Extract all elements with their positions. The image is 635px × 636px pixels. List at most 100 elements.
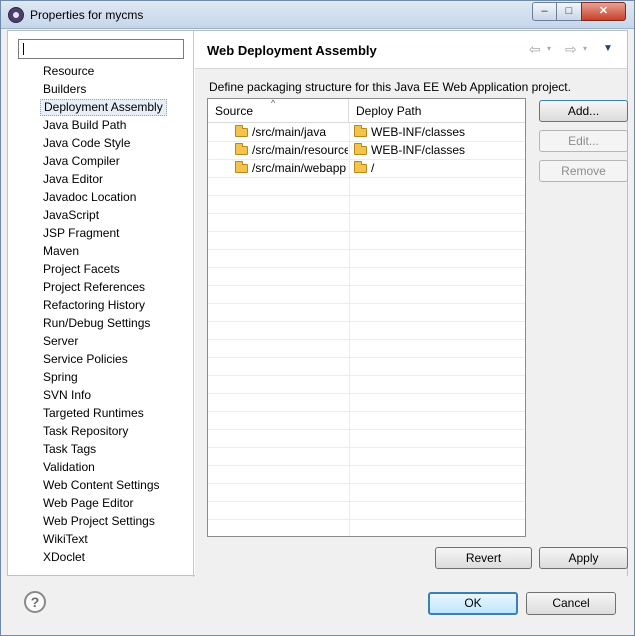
row-gridline <box>208 249 525 250</box>
deploy-path: WEB-INF/classes <box>371 125 466 139</box>
page-title: Web Deployment Assembly <box>207 43 377 58</box>
deploy-path-cell[interactable]: WEB-INF/classes <box>354 123 524 141</box>
tree-item-spring[interactable]: Spring <box>40 369 81 386</box>
source-path: /src/main/resources <box>252 143 348 157</box>
property-page: Web Deployment Assembly ⇦ ▾ ⇨ ▾ ▼ Define… <box>195 31 628 577</box>
ok-button[interactable]: OK <box>428 592 518 615</box>
folder-icon <box>235 143 248 155</box>
column-header-deploy-path[interactable]: Deploy Path <box>349 99 525 123</box>
folder-icon <box>235 125 248 137</box>
tree-item-javadoc-location[interactable]: Javadoc Location <box>40 189 139 206</box>
tree-item-project-references[interactable]: Project References <box>40 279 148 296</box>
tree-item-targeted-runtimes[interactable]: Targeted Runtimes <box>40 405 147 422</box>
maximize-button[interactable]: □ <box>556 2 582 21</box>
row-gridline <box>208 267 525 268</box>
window-title: Properties for mycms <box>30 8 144 22</box>
tree-item-web-content-settings[interactable]: Web Content Settings <box>40 477 163 494</box>
row-gridline <box>208 195 525 196</box>
back-arrow-icon[interactable]: ⇦ <box>529 41 541 57</box>
properties-dialog: Properties for mycms – □ ✕ Resource Build… <box>0 0 635 636</box>
tree-item-wikitext[interactable]: WikiText <box>40 531 91 548</box>
source-cell[interactable]: /src/main/resources <box>235 141 348 159</box>
tree-item-deployment-assembly[interactable]: Deployment Assembly <box>40 99 167 116</box>
tree-item-validation[interactable]: Validation <box>40 459 98 476</box>
row-gridline <box>208 393 525 394</box>
tree-item-resource[interactable]: Resource <box>40 63 97 80</box>
tree-item-run-debug-settings[interactable]: Run/Debug Settings <box>40 315 153 332</box>
column-divider <box>349 123 350 536</box>
edit-button[interactable]: Edit... <box>539 130 628 152</box>
tree-item-javascript[interactable]: JavaScript <box>40 207 102 224</box>
deploy-path: WEB-INF/classes <box>371 143 466 157</box>
tree-item-task-repository[interactable]: Task Repository <box>40 423 131 440</box>
page-description: Define packaging structure for this Java… <box>209 80 571 94</box>
row-gridline <box>208 483 525 484</box>
tree-item-java-editor[interactable]: Java Editor <box>40 171 106 188</box>
folder-icon <box>235 161 248 173</box>
tree-item-web-page-editor[interactable]: Web Page Editor <box>40 495 137 512</box>
dialog-content: Resource Builders Deployment Assembly Java … <box>7 30 628 577</box>
folder-icon <box>354 143 367 155</box>
tree-item-service-policies[interactable]: Service Policies <box>40 351 131 368</box>
minimize-button[interactable]: – <box>532 2 557 21</box>
add-button[interactable]: Add... <box>539 100 628 122</box>
row-gridline <box>208 285 525 286</box>
row-gridline <box>208 429 525 430</box>
row-gridline <box>208 213 525 214</box>
deploy-path-cell[interactable]: / <box>354 159 524 177</box>
source-cell[interactable]: /src/main/webapp <box>235 159 348 177</box>
title-bar[interactable]: Properties for mycms – □ ✕ <box>1 1 634 29</box>
tree-item-java-compiler[interactable]: Java Compiler <box>40 153 123 170</box>
tree-item-server[interactable]: Server <box>40 333 81 350</box>
tree-item-maven[interactable]: Maven <box>40 243 82 260</box>
row-gridline <box>208 339 525 340</box>
sash-divider[interactable] <box>193 31 194 577</box>
filter-input[interactable] <box>18 39 184 59</box>
row-gridline <box>208 519 525 520</box>
tree-item-refactoring-history[interactable]: Refactoring History <box>40 297 148 314</box>
help-icon[interactable]: ? <box>24 591 46 613</box>
tree-item-web-project-settings[interactable]: Web Project Settings <box>40 513 158 530</box>
tree-item-java-build-path[interactable]: Java Build Path <box>40 117 129 134</box>
assembly-table: ^ Source Deploy Path /src/main/java WEB-I… <box>207 98 526 537</box>
folder-icon <box>354 125 367 137</box>
row-gridline <box>208 375 525 376</box>
row-gridline <box>208 357 525 358</box>
source-path: /src/main/java <box>252 125 327 139</box>
page-header: Web Deployment Assembly ⇦ ▾ ⇨ ▾ ▼ <box>195 31 627 69</box>
revert-button[interactable]: Revert <box>435 547 532 569</box>
sort-ascending-icon: ^ <box>271 98 276 108</box>
forward-arrow-icon[interactable]: ⇨ <box>565 41 577 57</box>
cancel-button[interactable]: Cancel <box>526 592 616 615</box>
column-header-source-label: Source <box>215 104 254 118</box>
forward-dropdown-icon[interactable]: ▾ <box>583 41 587 57</box>
row-gridline <box>208 231 525 232</box>
row-gridline <box>208 447 525 448</box>
tree-item-task-tags[interactable]: Task Tags <box>40 441 99 458</box>
tree-item-xdoclet[interactable]: XDoclet <box>40 549 88 566</box>
row-gridline <box>208 501 525 502</box>
eclipse-app-icon <box>8 7 24 23</box>
column-header-deploy-path-label: Deploy Path <box>356 104 422 118</box>
deploy-path-cell[interactable]: WEB-INF/classes <box>354 141 524 159</box>
table-body: /src/main/java WEB-INF/classes/src/main/r… <box>208 123 525 536</box>
source-path: /src/main/webapp <box>252 161 347 175</box>
folder-icon <box>354 161 367 173</box>
tree-item-jsp-fragment[interactable]: JSP Fragment <box>40 225 122 242</box>
tree-item-project-facets[interactable]: Project Facets <box>40 261 123 278</box>
tree-item-svn-info[interactable]: SVN Info <box>40 387 94 404</box>
remove-button[interactable]: Remove <box>539 160 628 182</box>
column-header-source[interactable]: ^ Source <box>208 99 349 123</box>
source-cell[interactable]: /src/main/java <box>235 123 348 141</box>
back-dropdown-icon[interactable]: ▾ <box>547 41 551 57</box>
table-header: ^ Source Deploy Path <box>208 99 525 123</box>
tree-item-builders[interactable]: Builders <box>40 81 89 98</box>
deploy-path: / <box>371 161 375 175</box>
row-gridline <box>208 177 525 178</box>
apply-button[interactable]: Apply <box>539 547 628 569</box>
row-gridline <box>208 303 525 304</box>
close-button[interactable]: ✕ <box>581 2 626 21</box>
tree-item-java-code-style[interactable]: Java Code Style <box>40 135 133 152</box>
row-gridline <box>208 321 525 322</box>
view-menu-icon[interactable]: ▼ <box>603 41 613 57</box>
